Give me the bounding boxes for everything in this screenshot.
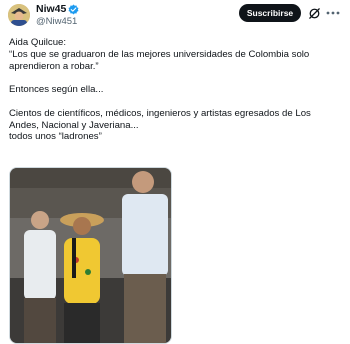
author-name-row[interactable]: Niw45 <box>36 3 79 15</box>
subscribe-button[interactable]: Suscribirse <box>239 4 301 22</box>
author-avatar[interactable] <box>8 4 30 26</box>
post-text: Aida Quilcue: “Los que se graduaron de l… <box>9 37 311 143</box>
verified-badge-icon <box>68 4 79 14</box>
post-header: Niw45 @Niw451 Suscribirse <box>0 0 350 30</box>
author-handle[interactable]: @Niw451 <box>36 16 77 27</box>
photo-illustration <box>10 168 171 343</box>
more-options-icon[interactable] <box>326 6 340 20</box>
grok-icon[interactable] <box>307 6 321 20</box>
post-photo[interactable] <box>9 167 172 344</box>
author-display-name[interactable]: Niw45 <box>36 3 66 15</box>
